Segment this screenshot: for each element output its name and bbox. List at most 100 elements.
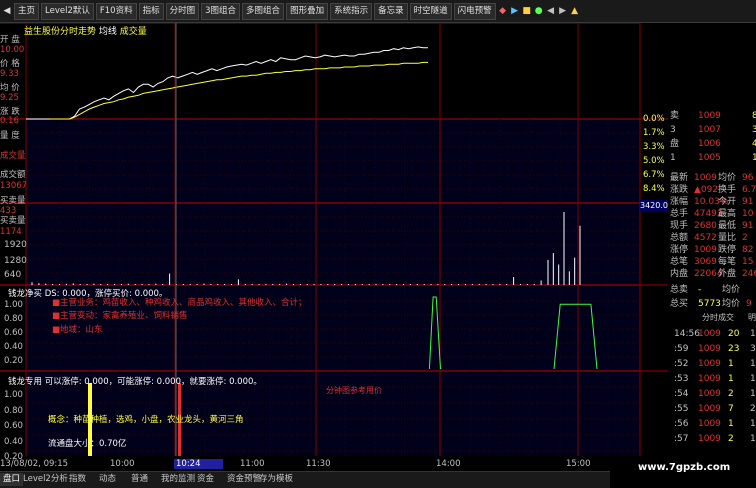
trade-row: :59 1009 23 3 xyxy=(674,344,756,354)
chart-title: 益生股份分时走势 xyxy=(24,27,97,37)
toolbar-icon[interactable]: ▲ xyxy=(570,6,580,16)
panel3-header: 钱龙专用 可以涨停: 0.000，可能涨停: 0.000，就要涨停: 0.000… xyxy=(8,377,262,387)
toolbar-icon[interactable]: ● xyxy=(534,6,544,16)
left-label: 价 格 xyxy=(0,59,20,69)
status-tab[interactable]: 普通 xyxy=(128,473,151,486)
left-label: 13067 xyxy=(0,181,28,191)
left-label: 0.16 xyxy=(0,116,19,126)
toolbar-icon[interactable]: ◆ xyxy=(498,6,508,16)
panel3-center-label: 分钟图参考用价 xyxy=(326,386,382,395)
indicator-avg[interactable]: 均线 xyxy=(99,27,117,37)
volume-max-marker: 3420.00 xyxy=(640,200,674,211)
trade-row: :52 1009 1 1 xyxy=(674,359,756,369)
time-label: 15:00 xyxy=(566,459,591,469)
toolbar: ◀ 主页 Level2默认 F10资料 指标 分时图 3图组合 多图组合 图形叠加 系统指示 备忘录… xyxy=(0,0,756,23)
toolbar-button[interactable]: 指标 xyxy=(138,2,164,20)
back-icon[interactable]: ◀ xyxy=(2,6,12,16)
toolbar-button[interactable]: 时空隧道 xyxy=(409,2,452,20)
time-label: 11:00 xyxy=(240,459,265,469)
volume-axis-label: 1920 xyxy=(4,240,27,250)
pct-label: 5.0% xyxy=(643,156,665,166)
stat-row: 内盘22064外盘2462 xyxy=(670,269,756,279)
trade-row: 14:56 1009 20 1 xyxy=(674,329,756,339)
status-tab[interactable]: 指数 xyxy=(66,473,89,486)
pct-label: 8.4% xyxy=(643,184,665,194)
status-tab[interactable]: 资金 xyxy=(194,473,217,486)
legend-square-icon: ■ xyxy=(52,298,61,308)
panel3-tick: 0.60 xyxy=(4,421,23,431)
legend-item: ■主营变动：家禽养殖业、饲料销售 xyxy=(52,311,188,321)
quote-panel: 卖100983100731盘100641100515最新1009均价96涨跌▲0… xyxy=(668,105,756,475)
pct-label: 6.7% xyxy=(643,170,665,180)
toolbar-icon[interactable]: ◀ xyxy=(546,6,556,16)
toolbar-button[interactable]: 图形叠加 xyxy=(286,2,329,20)
panel2-tick: 0.40 xyxy=(4,342,23,352)
watermark: www.7gpzb.com xyxy=(638,462,731,473)
toolbar-button[interactable]: 备忘录 xyxy=(374,2,408,20)
toolbar-button[interactable]: 系统指示 xyxy=(330,2,373,20)
volume-axis-label: 640 xyxy=(4,270,22,280)
trade-row: :57 1009 2 1 xyxy=(674,434,756,444)
total-row: 总买 5773 均价 9 xyxy=(670,299,752,309)
time-label: 11:30 xyxy=(306,459,331,469)
pct-label: 1.7% xyxy=(643,128,665,138)
time-label: 10:00 xyxy=(110,459,135,469)
panel2-tick: 1.00 xyxy=(4,300,23,310)
float-text: 流通盘大小：0.70亿 xyxy=(48,439,127,449)
trade-row: :54 1009 2 1 xyxy=(674,389,756,399)
left-label: 9.33 xyxy=(0,69,19,79)
toolbar-button[interactable]: F10资料 xyxy=(95,2,137,20)
order-row: 3100731 xyxy=(670,125,756,135)
chart-header: 益生股份分时走势 均线 成交量 xyxy=(24,24,147,37)
toolbar-button[interactable]: 主页 xyxy=(14,2,40,20)
toolbar-button[interactable]: Level2默认 xyxy=(41,2,94,20)
left-label: 1174 xyxy=(0,227,22,237)
panel3-tick: 1.00 xyxy=(4,390,23,400)
left-label: 9.25 xyxy=(0,93,19,103)
volume-axis-label: 1280 xyxy=(4,256,27,266)
order-row: 卖 1009 8 xyxy=(670,111,756,121)
pct-label: 0.0% xyxy=(643,114,665,124)
time-label: 10:24 xyxy=(174,459,223,469)
status-tab[interactable]: Level2分析 xyxy=(20,473,71,486)
left-label: 量 度 xyxy=(0,131,20,141)
legend-item: ■地域：山东 xyxy=(52,325,103,335)
left-label: 10.00 xyxy=(0,45,25,55)
pct-label: 3.3% xyxy=(643,142,665,152)
indicator-vol[interactable]: 成交量 xyxy=(120,27,147,37)
panel3-tick: 0.40 xyxy=(4,437,23,447)
status-tab[interactable]: 我的监测 xyxy=(158,473,198,486)
total-row: 总卖 - 均价 xyxy=(670,285,741,295)
toolbar-button[interactable]: 多图组合 xyxy=(242,2,285,20)
toolbar-button[interactable]: 分时图 xyxy=(165,2,200,20)
order-row: 1100515 xyxy=(670,153,756,163)
trades-header[interactable]: 分时成交明 xyxy=(668,311,756,325)
panel2-tick: 0.60 xyxy=(4,328,23,338)
toolbar-icon[interactable]: ▶ xyxy=(510,6,520,16)
left-label: 开 盘 xyxy=(0,35,20,45)
time-label: 13/08/02, 09:15 xyxy=(0,459,69,469)
panel2-tick: 0.20 xyxy=(4,356,23,366)
time-axis: 13/08/02, 09:15 10:00 10:24 11:00 11:30 14:00… xyxy=(0,456,610,471)
status-tab[interactable]: 存为模板 xyxy=(256,473,296,486)
left-label: 买卖量 xyxy=(0,216,26,226)
panel2-tick: 0.80 xyxy=(4,314,23,324)
toolbar-icon[interactable]: ▶ xyxy=(558,6,568,16)
toolbar-button[interactable]: 3图组合 xyxy=(201,2,241,20)
left-label: 均 价 xyxy=(0,83,20,93)
trade-row: :53 1009 1 1 xyxy=(674,374,756,384)
time-label: 14:00 xyxy=(436,459,461,469)
legend-square-icon: ■ xyxy=(52,325,61,335)
order-row: 盘 1006 4 xyxy=(670,139,756,149)
legend-square-icon: ■ xyxy=(52,311,61,321)
left-label: 买卖量 xyxy=(0,196,26,206)
toolbar-button[interactable]: 闪电预警 xyxy=(453,2,496,20)
left-label: 成交额 xyxy=(0,170,26,180)
status-tab[interactable]: 动态 xyxy=(96,473,119,486)
trade-row: :55 1009 7 2 xyxy=(674,404,756,414)
legend-item: ■主营业务：鸡苗收入、种鸡收入、商品鸡收入、其他收入、合计； xyxy=(52,298,307,308)
toolbar-icon[interactable]: ■ xyxy=(522,6,532,16)
status-bar: 盘口 Level2分析 指数 动态 普通 我的监测 资金 资金预警 存为模板 xyxy=(0,471,610,488)
trade-row: :56 1009 1 1 xyxy=(674,419,756,429)
concept-text: 概念：种苗种植，选鸡，小盘，农业龙头，黄河三角 xyxy=(48,415,244,425)
